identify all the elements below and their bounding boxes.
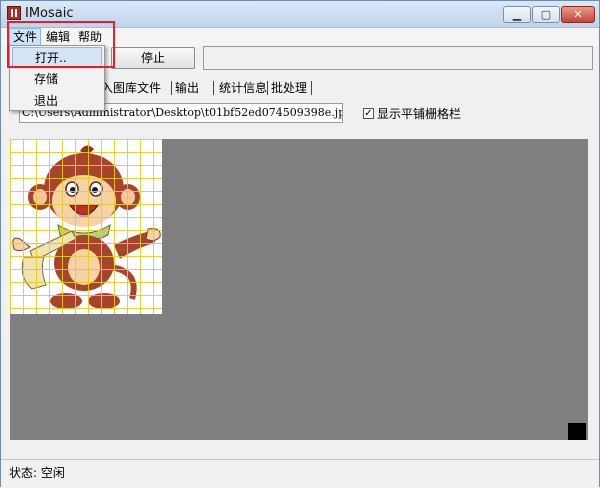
window-title: IMosaic [25, 6, 74, 21]
tab-statistics[interactable]: 统计信息 [219, 80, 267, 96]
status-bar: 状态: 空闲 [1, 459, 599, 488]
progress-field [203, 46, 593, 70]
close-icon[interactable]: ✕ [561, 6, 595, 23]
minimize-icon[interactable]: ▁ [503, 6, 531, 23]
menu-item-exit[interactable]: 退出 [12, 91, 102, 111]
tab-separator [311, 81, 312, 95]
source-image [10, 139, 162, 314]
tab-separator [213, 81, 214, 95]
tab-batch[interactable]: 批处理 [271, 80, 307, 96]
tile-grid-overlay [10, 139, 162, 314]
status-text: 状态: 空闲 [9, 466, 65, 480]
menu-item-open[interactable]: 打开.. [12, 47, 102, 67]
tab-separator [267, 81, 268, 95]
show-grid-checkbox[interactable]: ✓ [363, 108, 374, 119]
menu-item-save[interactable]: 存储 [12, 69, 102, 89]
show-grid-label: 显示平铺栅格栏 [377, 107, 462, 121]
resize-handle[interactable] [568, 423, 586, 440]
stop-button[interactable]: 停止 [111, 47, 195, 69]
tab-output[interactable]: 输出 [175, 80, 199, 96]
menu-bar: 文件 编辑 帮助 [1, 28, 599, 46]
file-menu-dropdown: 打开.. 存储 退出 [9, 45, 105, 111]
title-bar[interactable]: IMosaic ▁ ▢ ✕ [1, 1, 599, 28]
mosaic-canvas[interactable] [10, 139, 588, 440]
app-icon [7, 6, 21, 20]
app-window: IMosaic ▁ ▢ ✕ 文件 编辑 帮助 停止 载入图库文件 输出 统计信息… [0, 0, 600, 488]
menu-edit[interactable]: 编辑 [43, 29, 73, 45]
menu-help[interactable]: 帮助 [75, 29, 105, 45]
tab-separator [171, 81, 172, 95]
maximize-icon[interactable]: ▢ [532, 6, 560, 23]
menu-file[interactable]: 文件 [9, 28, 42, 46]
